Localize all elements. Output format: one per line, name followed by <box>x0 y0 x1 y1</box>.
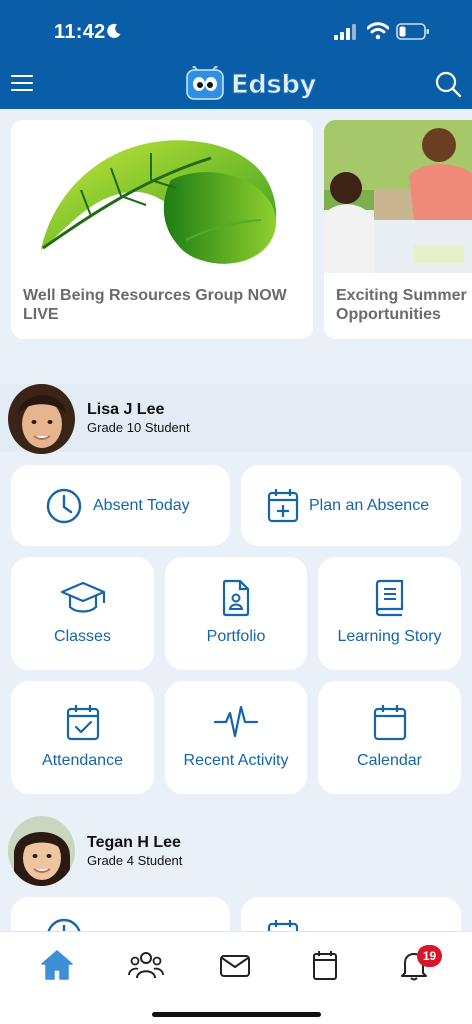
student-header[interactable]: Lisa J Lee Grade 10 Student <box>0 384 472 454</box>
clock-icon <box>46 488 82 524</box>
hamburger-icon <box>11 75 33 91</box>
absent-today-button[interactable]: Absent Today <box>11 465 230 546</box>
attendance-label: Attendance <box>42 752 123 769</box>
absent-today-label: Absent Today <box>93 497 190 514</box>
status-bar: 11:42 <box>0 0 472 62</box>
classes-label: Classes <box>54 628 111 645</box>
calendar-icon <box>313 951 337 980</box>
signal-icon <box>334 24 356 40</box>
learning-story-label: Learning Story <box>337 628 442 645</box>
calendar-check-icon <box>66 705 100 741</box>
search-button[interactable] <box>434 70 462 98</box>
calendar-icon <box>373 705 407 741</box>
avatar <box>8 816 75 886</box>
home-indicator <box>152 1012 321 1017</box>
nav-calendar[interactable] <box>307 948 343 982</box>
home-icon <box>41 950 73 980</box>
status-time: 11:42 <box>54 21 106 43</box>
nav-messages[interactable] <box>217 948 253 982</box>
activity-pulse-icon <box>213 705 259 738</box>
bottom-nav: 19 <box>0 931 472 1024</box>
battery-icon <box>396 23 429 40</box>
student-header[interactable]: Tegan H Lee Grade 4 Student <box>0 816 472 886</box>
classes-button[interactable]: Classes <box>11 557 154 670</box>
nav-bar: Edsby <box>0 62 472 109</box>
student-grade: Grade 10 Student <box>87 420 190 435</box>
attendance-button[interactable]: Attendance <box>11 681 154 794</box>
student-photo <box>8 816 75 886</box>
logo-mascot-icon <box>186 66 224 100</box>
news-title: Well Being Resources Group NOW LIVE <box>23 287 287 323</box>
leaf-image <box>11 120 313 273</box>
portfolio-label: Portfolio <box>206 628 266 645</box>
student-grade: Grade 4 Student <box>87 853 183 868</box>
recent-activity-label: Recent Activity <box>183 752 289 769</box>
calendar-plus-icon <box>267 489 299 523</box>
nav-home[interactable] <box>39 948 75 982</box>
student-photo <box>8 384 75 454</box>
plan-absence-label: Plan an Absence <box>309 497 430 514</box>
calendar-button[interactable]: Calendar <box>318 681 461 794</box>
book-icon <box>375 579 404 617</box>
student-name: Lisa J Lee <box>87 401 165 418</box>
app-logo: Edsby <box>185 66 317 106</box>
news-card[interactable]: Well Being Resources Group NOW LIVE <box>11 120 313 339</box>
app-header: 11:42 Edsby <box>0 0 472 109</box>
portfolio-button[interactable]: Portfolio <box>165 557 307 670</box>
graduation-cap-icon <box>60 581 106 613</box>
news-carousel[interactable]: Well Being Resources Group NOW LIVE Exci… <box>0 109 472 384</box>
learning-story-button[interactable]: Learning Story <box>318 557 461 670</box>
students-photo <box>324 120 472 273</box>
wifi-icon <box>367 22 389 40</box>
search-icon <box>435 71 462 98</box>
nav-people[interactable] <box>128 948 164 982</box>
calendar-label: Calendar <box>357 752 422 769</box>
news-title: Exciting Summer Opportunities <box>336 287 467 323</box>
mail-icon <box>220 955 250 977</box>
plan-absence-button[interactable]: Plan an Absence <box>241 465 461 546</box>
portfolio-file-icon <box>222 579 250 617</box>
news-card[interactable]: Exciting Summer Opportunities <box>324 120 472 339</box>
avatar <box>8 384 75 454</box>
app-name: Edsby <box>231 70 317 101</box>
notification-badge: 19 <box>417 945 442 967</box>
student-name: Tegan H Lee <box>87 834 181 851</box>
menu-button[interactable] <box>10 70 34 96</box>
people-icon <box>128 952 164 979</box>
moon-icon <box>107 23 121 38</box>
recent-activity-button[interactable]: Recent Activity <box>165 681 307 794</box>
